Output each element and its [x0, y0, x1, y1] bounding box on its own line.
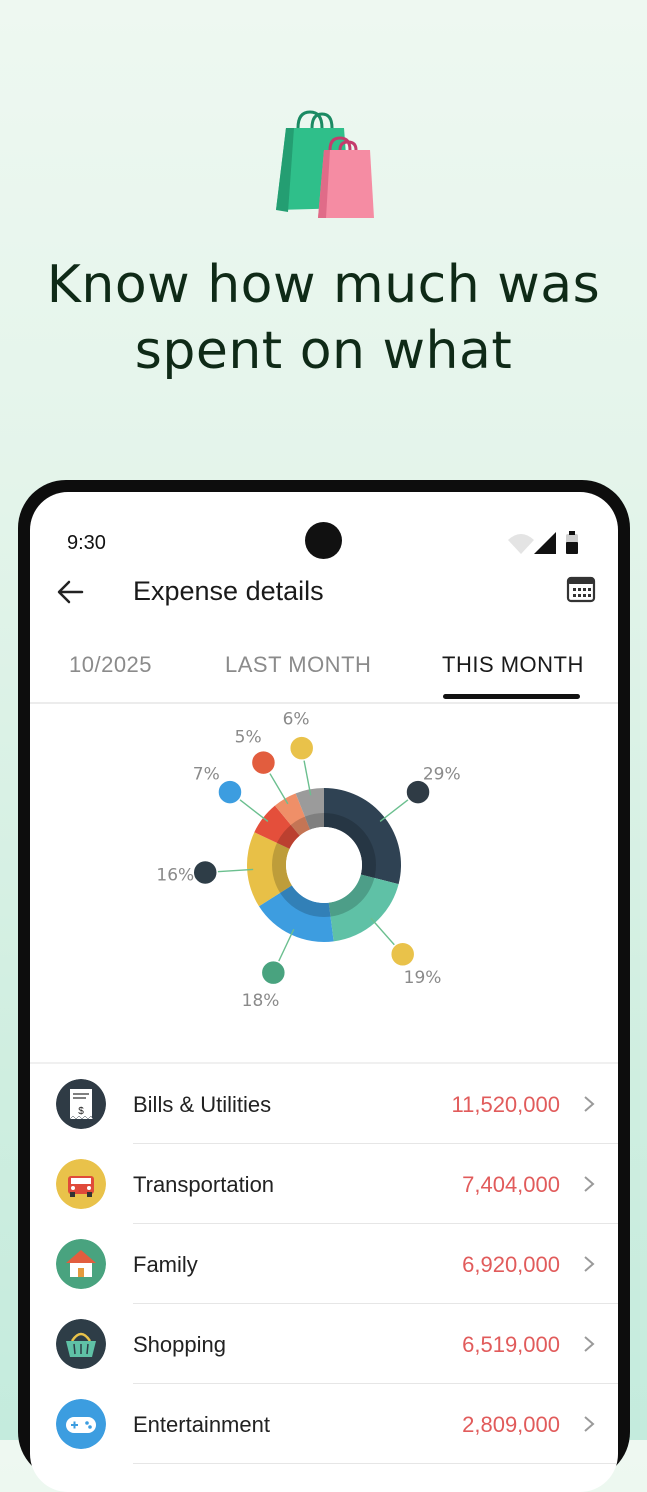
page-title: Expense details: [133, 576, 324, 606]
headline-line-2: spent on what: [134, 321, 513, 381]
list-item-shopping[interactable]: Shopping 6,519,000: [30, 1304, 618, 1384]
tab-last-month[interactable]: LAST MONTH: [225, 652, 371, 678]
category-name: Family: [133, 1252, 198, 1277]
tab-this-month[interactable]: THIS MONTH: [442, 652, 584, 678]
slice-percent-label: 6%: [283, 710, 310, 730]
slice-icon-other: [288, 735, 315, 761]
category-amount: 6,920,000: [462, 1252, 560, 1277]
category-name: Shopping: [133, 1332, 226, 1357]
calendar-icon[interactable]: [566, 574, 596, 604]
headline-line-1: Know how much was: [46, 255, 601, 315]
svg-text:$: $: [78, 1106, 84, 1117]
car-icon: [56, 1159, 106, 1209]
headline: Know how much was spent on what: [0, 252, 647, 384]
shopping-bags-icon: [276, 110, 374, 218]
slice-percent-label: 16%: [156, 865, 194, 885]
app-bar: Expense details: [30, 562, 618, 622]
slice-percent-label: 7%: [193, 765, 220, 785]
active-tab-indicator: [443, 694, 580, 699]
chevron-right-icon: [584, 1336, 595, 1352]
category-list: $ Bills & Utilities 11,520,000 Transport…: [30, 1062, 618, 1464]
slice-icon-shopping: [192, 859, 218, 886]
list-item-transportation[interactable]: Transportation 7,404,000: [30, 1144, 618, 1224]
slice-percent-label: 5%: [235, 728, 262, 748]
tab-10-2025[interactable]: 10/2025: [69, 652, 152, 678]
slice-icon-transportation: [389, 941, 416, 968]
divider: [133, 1463, 618, 1464]
signal-icon: [534, 532, 556, 554]
gamepad-icon: [56, 1399, 106, 1449]
house-icon: [56, 1239, 106, 1289]
status-time: 9:30: [67, 532, 106, 554]
chevron-right-icon: [584, 1416, 595, 1432]
wifi-icon: [508, 534, 534, 554]
category-name: Entertainment: [133, 1412, 270, 1437]
status-icons: [508, 531, 578, 554]
category-amount: 11,520,000: [451, 1092, 560, 1117]
category-amount: 6,519,000: [462, 1332, 560, 1357]
bill-receipt-icon: $: [56, 1079, 106, 1129]
chevron-right-icon: [584, 1256, 595, 1272]
category-amount: 7,404,000: [462, 1172, 560, 1197]
slice-percent-label: 18%: [242, 991, 280, 1011]
slice-icon-health: [250, 749, 277, 776]
chevron-right-icon: [584, 1096, 595, 1112]
camera-cutout: [305, 522, 342, 559]
arrow-left-icon[interactable]: [52, 574, 88, 610]
slice-percent-label: 29%: [423, 765, 461, 785]
slice-icon-family: [260, 959, 287, 986]
phone-screen: 9:30 Expense details 10/2025 LAST MONTH …: [30, 492, 618, 1492]
list-item-entertainment[interactable]: Entertainment 2,809,000: [30, 1384, 618, 1464]
shopping-basket-icon: [56, 1319, 106, 1369]
category-amount: 2,809,000: [462, 1412, 560, 1437]
list-item-family[interactable]: Family 6,920,000: [30, 1224, 618, 1304]
donut-hole: [286, 827, 362, 903]
slice-percent-label: 19%: [404, 968, 442, 988]
expense-donut-chart: 29% 19% 18% 16% 7% 5% 6%: [30, 704, 618, 1064]
category-name: Bills & Utilities: [133, 1092, 272, 1117]
chevron-right-icon: [584, 1176, 595, 1192]
category-name: Transportation: [133, 1172, 275, 1197]
slice-icon-entertainment: [217, 779, 243, 805]
list-item-bills-utilities[interactable]: $ Bills & Utilities 11,520,000: [30, 1064, 618, 1144]
